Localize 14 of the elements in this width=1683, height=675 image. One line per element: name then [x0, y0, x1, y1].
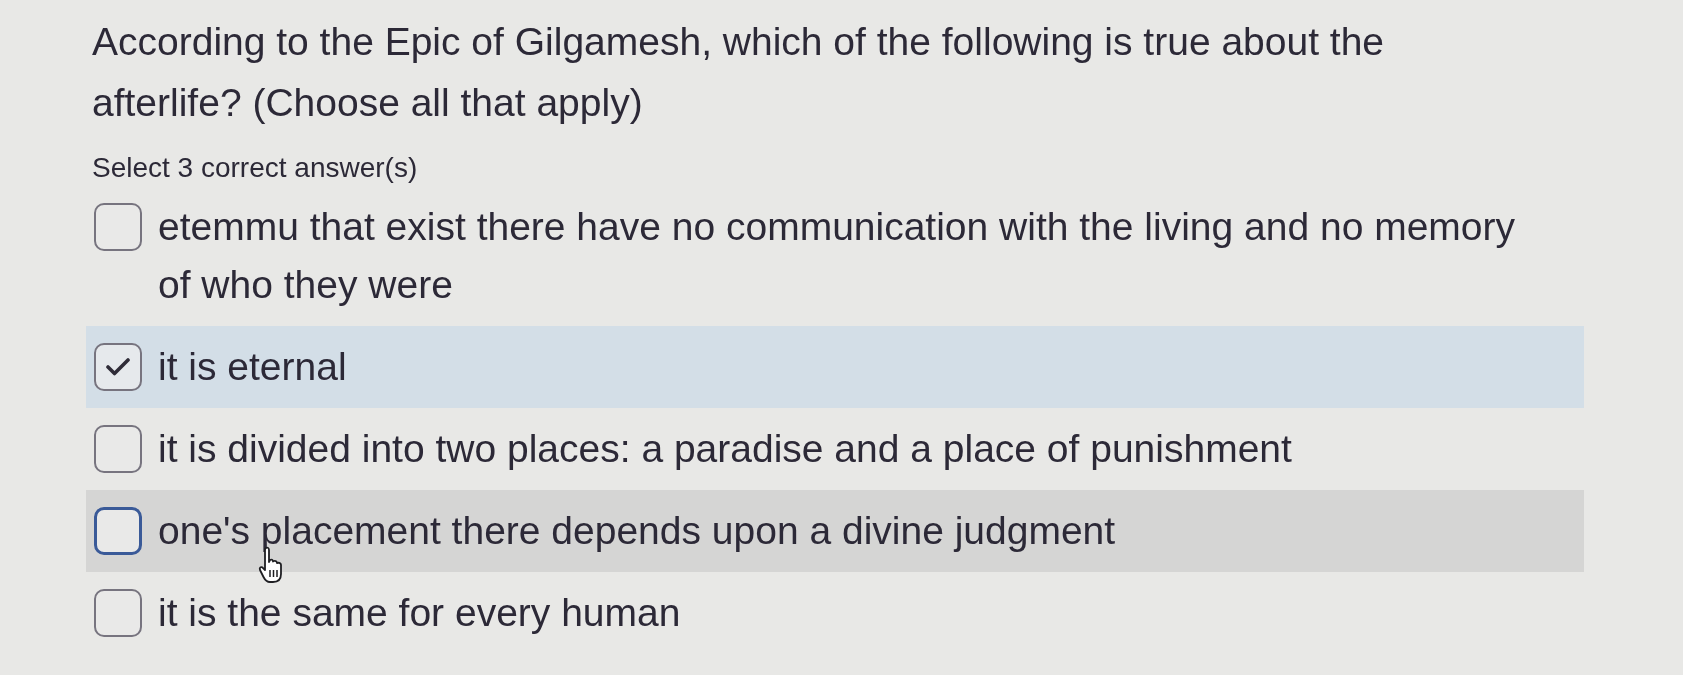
checkbox[interactable]	[94, 203, 142, 251]
option-text: it is divided into two places: a paradise and a place of punishment	[158, 426, 1292, 472]
option-text: it is the same for every human	[158, 590, 681, 636]
check-icon	[106, 358, 130, 376]
checkbox[interactable]	[94, 507, 142, 555]
option-text: it is eternal	[158, 344, 347, 390]
option-text: one's placement there depends upon a divine judgment	[158, 508, 1116, 554]
option-text: etemmu that exist there have no communication with the living and no memory of who they were	[158, 204, 1516, 308]
question-text: According to the Epic of Gilgamesh, which of the following is true about the afterlife? (Choose all that apply)	[92, 19, 1386, 126]
option-highlight[interactable]: it is eternal	[86, 326, 1584, 408]
checkbox[interactable]	[94, 343, 142, 391]
checkbox[interactable]	[94, 589, 142, 637]
instruction-text: Select 3 correct answer(s)	[92, 151, 419, 185]
checkbox[interactable]	[94, 425, 142, 473]
